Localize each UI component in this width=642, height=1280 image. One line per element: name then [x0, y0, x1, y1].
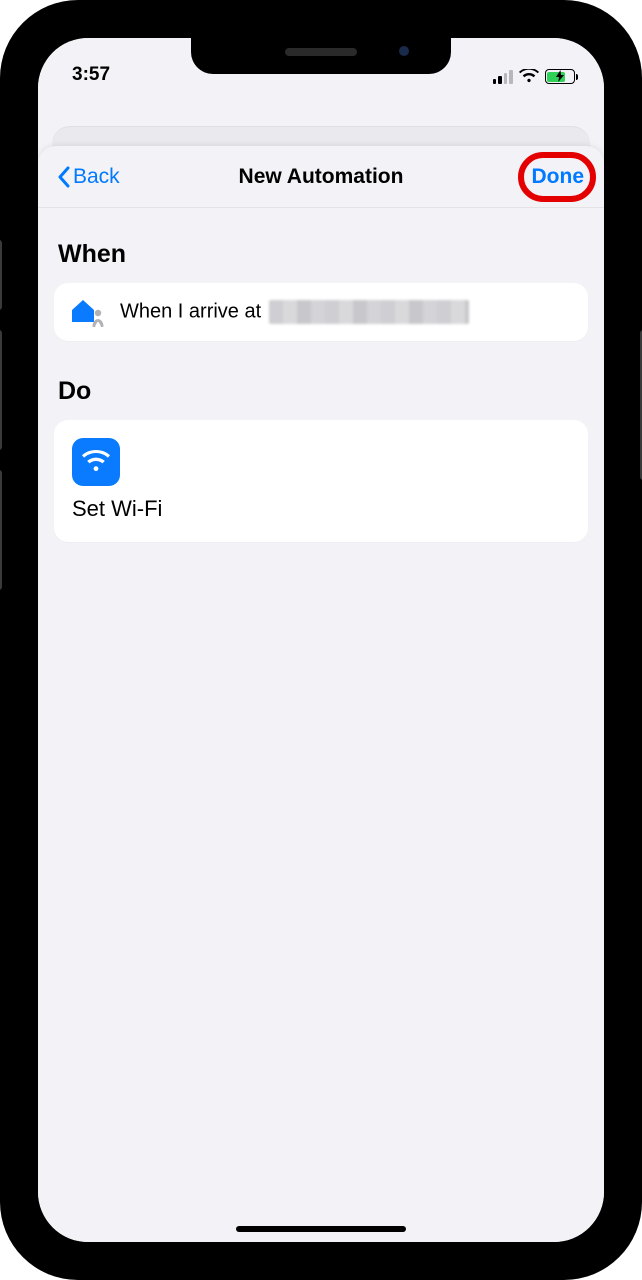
status-right-cluster [493, 69, 579, 86]
speaker-grille [285, 48, 357, 56]
action-label: Set Wi-Fi [72, 496, 570, 522]
device-bezel: 3:57 [20, 20, 622, 1260]
back-button[interactable]: Back [56, 165, 120, 189]
screen: 3:57 [38, 38, 604, 1242]
notch [191, 38, 451, 74]
content-area: When [38, 208, 604, 542]
done-button[interactable]: Done [530, 161, 587, 193]
chevron-left-icon [56, 166, 71, 188]
mute-switch [0, 240, 2, 310]
trigger-text: When I arrive at [120, 300, 469, 324]
back-label: Back [73, 165, 120, 189]
volume-down-button [0, 470, 2, 590]
arrive-home-icon [70, 297, 106, 327]
trigger-prefix: When I arrive at [120, 300, 267, 322]
status-time: 3:57 [72, 64, 110, 86]
device-frame: 3:57 [0, 0, 642, 1280]
volume-up-button [0, 330, 2, 450]
automation-sheet: Back New Automation Done When [38, 146, 604, 1242]
battery-charging-icon [545, 69, 579, 84]
do-heading: Do [58, 377, 588, 406]
front-camera [399, 46, 409, 56]
page-title: New Automation [38, 165, 604, 189]
cellular-signal-icon [493, 70, 513, 84]
nav-bar: Back New Automation Done [38, 146, 604, 208]
when-heading: When [58, 240, 588, 269]
when-trigger-card[interactable]: When I arrive at [54, 283, 588, 341]
redacted-location [269, 300, 469, 324]
wifi-status-icon [519, 69, 539, 84]
wifi-action-icon [72, 438, 120, 486]
do-action-card[interactable]: Set Wi-Fi [54, 420, 588, 542]
home-indicator[interactable] [236, 1226, 406, 1232]
